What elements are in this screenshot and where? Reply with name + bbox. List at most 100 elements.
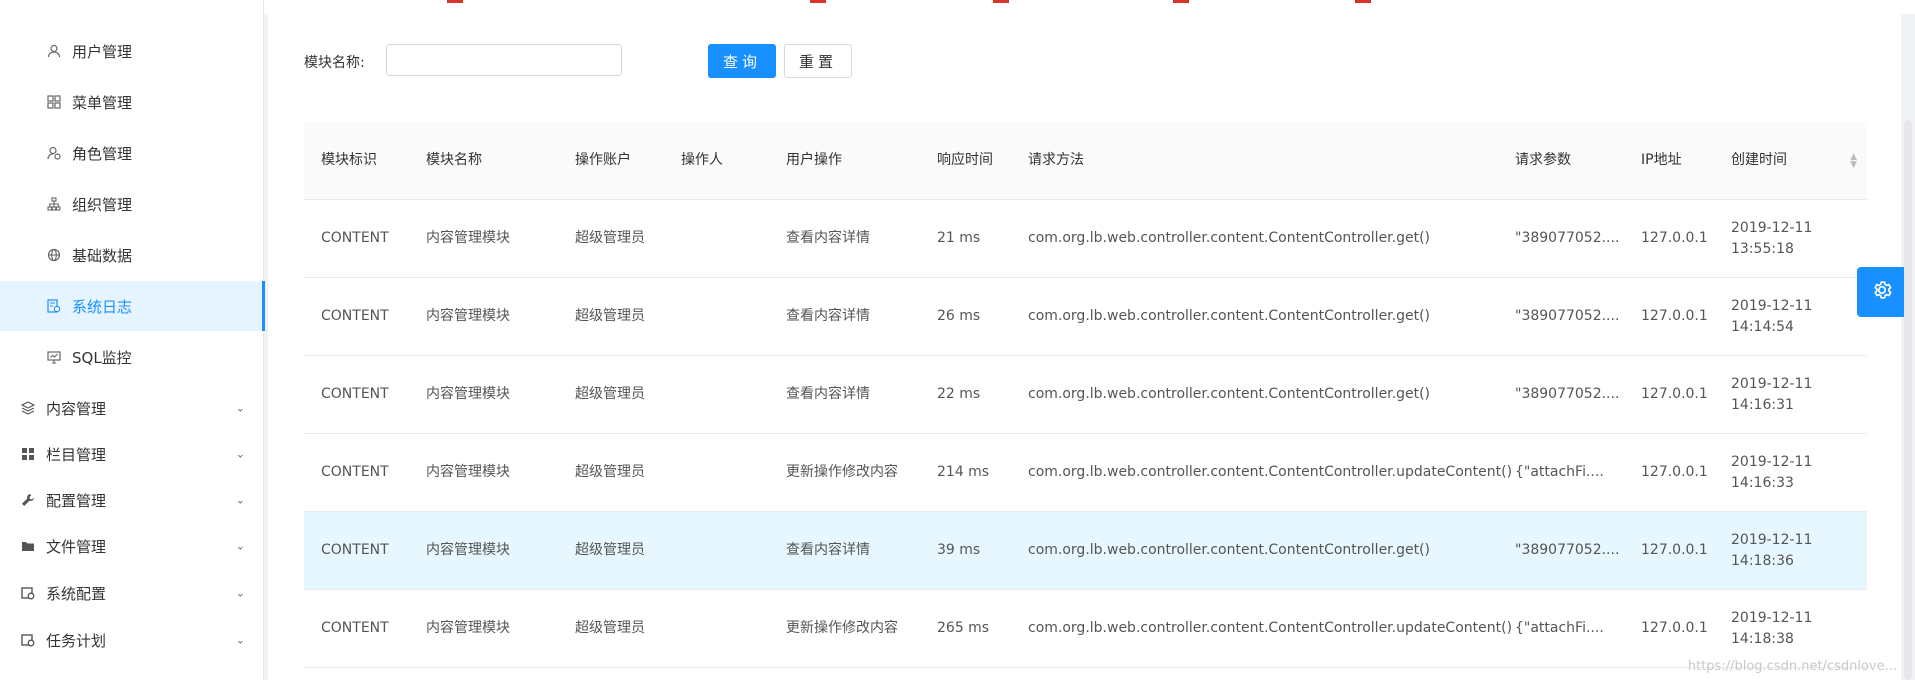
table-cell: com.org.lb.web.controller.content.Conten…	[1028, 308, 1431, 324]
sidebar-group-tasks[interactable]: 任务计划 ⌄	[0, 617, 265, 663]
table-row[interactable]: CONTENT 内容管理模块 超级管理员 查看内容详情 39 ms com.org.lb.…	[304, 512, 1867, 590]
table-cell: 127.0.0.1	[1641, 230, 1708, 246]
sidebar-group-config[interactable]: 配置管理 ⌄	[0, 477, 265, 523]
table-cell: CONTENT	[321, 464, 389, 480]
column-header[interactable]: 模块名称	[426, 122, 566, 199]
column-header[interactable]: 请求方法	[1028, 122, 1508, 199]
column-header[interactable]: 用户操作	[786, 122, 906, 199]
sidebar-group-label: 内容管理	[46, 399, 107, 418]
table-cell: 2019-12-11 14:16:33	[1731, 453, 1813, 491]
reset-button[interactable]: 重置	[784, 44, 852, 78]
sidebar-item-label: 基础数据	[72, 246, 133, 265]
sidebar-item-basedata[interactable]: 基础数据	[0, 230, 265, 280]
module-name-input[interactable]	[386, 44, 622, 76]
tab-marker	[993, 0, 1009, 3]
sidebar-group-label: 文件管理	[46, 537, 107, 556]
table-cell: 265 ms	[937, 620, 990, 636]
sidebar-item-sql-monitor[interactable]: SQL监控	[0, 332, 265, 382]
sidebar-group-files[interactable]: 文件管理 ⌄	[0, 523, 265, 569]
log-table: 模块标识 模块名称 操作账户 操作人 用户操作 响应时间 请求方法 请求参数 I…	[304, 122, 1867, 668]
table-cell: 127.0.0.1	[1641, 542, 1708, 558]
sidebar-item-label: 组织管理	[72, 195, 133, 214]
sidebar-group-columns[interactable]: 栏目管理 ⌄	[0, 431, 265, 477]
sidebar-item-label: 用户管理	[72, 42, 133, 61]
sort-icon[interactable]: ▲ ▼	[1850, 152, 1857, 169]
table-cell: "389077052....	[1515, 386, 1620, 402]
table-cell: 内容管理模块	[426, 464, 510, 480]
table-cell: CONTENT	[321, 386, 389, 402]
monitor-icon	[46, 349, 62, 365]
table-cell	[681, 200, 771, 277]
table-cell: "389077052....	[1515, 308, 1620, 324]
table-cell: 2019-12-11 14:14:54	[1731, 297, 1813, 335]
top-strip	[0, 0, 1915, 14]
module-name-label: 模块名称:	[304, 55, 365, 71]
sidebar-item-menus[interactable]: 菜单管理	[0, 77, 265, 127]
scrollbar[interactable]	[1904, 120, 1912, 680]
table-cell: 查看内容详情	[786, 308, 870, 324]
table-cell	[681, 356, 771, 433]
task-icon	[20, 632, 36, 648]
sidebar-item-users[interactable]: 用户管理	[0, 26, 265, 76]
table-cell: 内容管理模块	[426, 542, 510, 558]
chevron-down-icon: ⌄	[235, 586, 245, 600]
table-cell: 超级管理员	[575, 620, 645, 636]
table-cell: "389077052....	[1515, 542, 1620, 558]
table-cell: 超级管理员	[575, 542, 645, 558]
table-cell: "389077052....	[1515, 230, 1620, 246]
table-cell	[681, 278, 771, 355]
table-row[interactable]: CONTENT 内容管理模块 超级管理员 查看内容详情 21 ms com.org.lb.…	[304, 200, 1867, 278]
sidebar-group-content[interactable]: 内容管理 ⌄	[0, 385, 265, 431]
table-cell: 查看内容详情	[786, 542, 870, 558]
table-cell	[681, 434, 771, 511]
sidebar-item-roles[interactable]: 角色管理	[0, 128, 265, 178]
column-header[interactable]: 请求参数	[1515, 122, 1615, 199]
table-cell: 2019-12-11 14:18:36	[1731, 531, 1813, 569]
column-header[interactable]: IP地址	[1641, 122, 1721, 199]
sidebar-item-syslog[interactable]: 系统日志	[0, 281, 265, 331]
sidebar: 用户管理 菜单管理 角色管理 组织管理 基础数据 系统日志 SQL监控 内容管理…	[0, 0, 265, 680]
grid-icon	[46, 94, 62, 110]
folder-icon	[20, 538, 36, 554]
sidebar-item-label: 菜单管理	[72, 93, 133, 112]
table-cell: 超级管理员	[575, 464, 645, 480]
sidebar-item-label: SQL监控	[72, 348, 132, 367]
sidebar-item-label: 角色管理	[72, 144, 133, 163]
table-cell: {"attachFi....	[1515, 464, 1604, 480]
table-cell: 更新操作修改内容	[786, 620, 898, 636]
sidebar-item-org[interactable]: 组织管理	[0, 179, 265, 229]
table-cell: 内容管理模块	[426, 308, 510, 324]
table-cell: 127.0.0.1	[1641, 620, 1708, 636]
table-cell: 内容管理模块	[426, 230, 510, 246]
column-header[interactable]: 响应时间	[937, 122, 1017, 199]
column-header[interactable]: 操作人	[681, 122, 771, 199]
table-cell: 内容管理模块	[426, 386, 510, 402]
table-cell: CONTENT	[321, 542, 389, 558]
chevron-down-icon: ⌄	[235, 447, 245, 461]
globe-icon	[46, 247, 62, 263]
query-button[interactable]: 查询	[708, 44, 776, 78]
table-cell: 更新操作修改内容	[786, 464, 898, 480]
gear-icon	[1871, 279, 1893, 305]
apps-icon	[20, 446, 36, 462]
table-row[interactable]: CONTENT 内容管理模块 超级管理员 查看内容详情 22 ms com.org.lb.…	[304, 356, 1867, 434]
table-cell: 2019-12-11 14:18:38	[1731, 609, 1813, 647]
table-row[interactable]: CONTENT 内容管理模块 超级管理员 更新操作修改内容 265 ms com.org.…	[304, 590, 1867, 668]
table-cell: 22 ms	[937, 386, 981, 402]
column-header[interactable]: 操作账户	[575, 122, 655, 199]
config-icon	[20, 585, 36, 601]
settings-button[interactable]	[1857, 267, 1907, 317]
table-cell: com.org.lb.web.controller.content.Conten…	[1028, 620, 1513, 636]
table-cell: com.org.lb.web.controller.content.Conten…	[1028, 464, 1513, 480]
column-header[interactable]: 模块标识	[321, 122, 421, 199]
table-cell: CONTENT	[321, 308, 389, 324]
layers-icon	[20, 400, 36, 416]
table-row[interactable]: CONTENT 内容管理模块 超级管理员 查看内容详情 26 ms com.org.lb.…	[304, 278, 1867, 356]
table-cell: 超级管理员	[575, 308, 645, 324]
sidebar-group-sysconfig[interactable]: 系统配置 ⌄	[0, 570, 265, 616]
table-row[interactable]: CONTENT 内容管理模块 超级管理员 更新操作修改内容 214 ms com.org.…	[304, 434, 1867, 512]
table-header: 模块标识 模块名称 操作账户 操作人 用户操作 响应时间 请求方法 请求参数 I…	[304, 122, 1867, 200]
column-header[interactable]: 创建时间	[1731, 122, 1851, 199]
table-cell	[681, 512, 771, 589]
chevron-down-icon: ⌄	[235, 401, 245, 415]
